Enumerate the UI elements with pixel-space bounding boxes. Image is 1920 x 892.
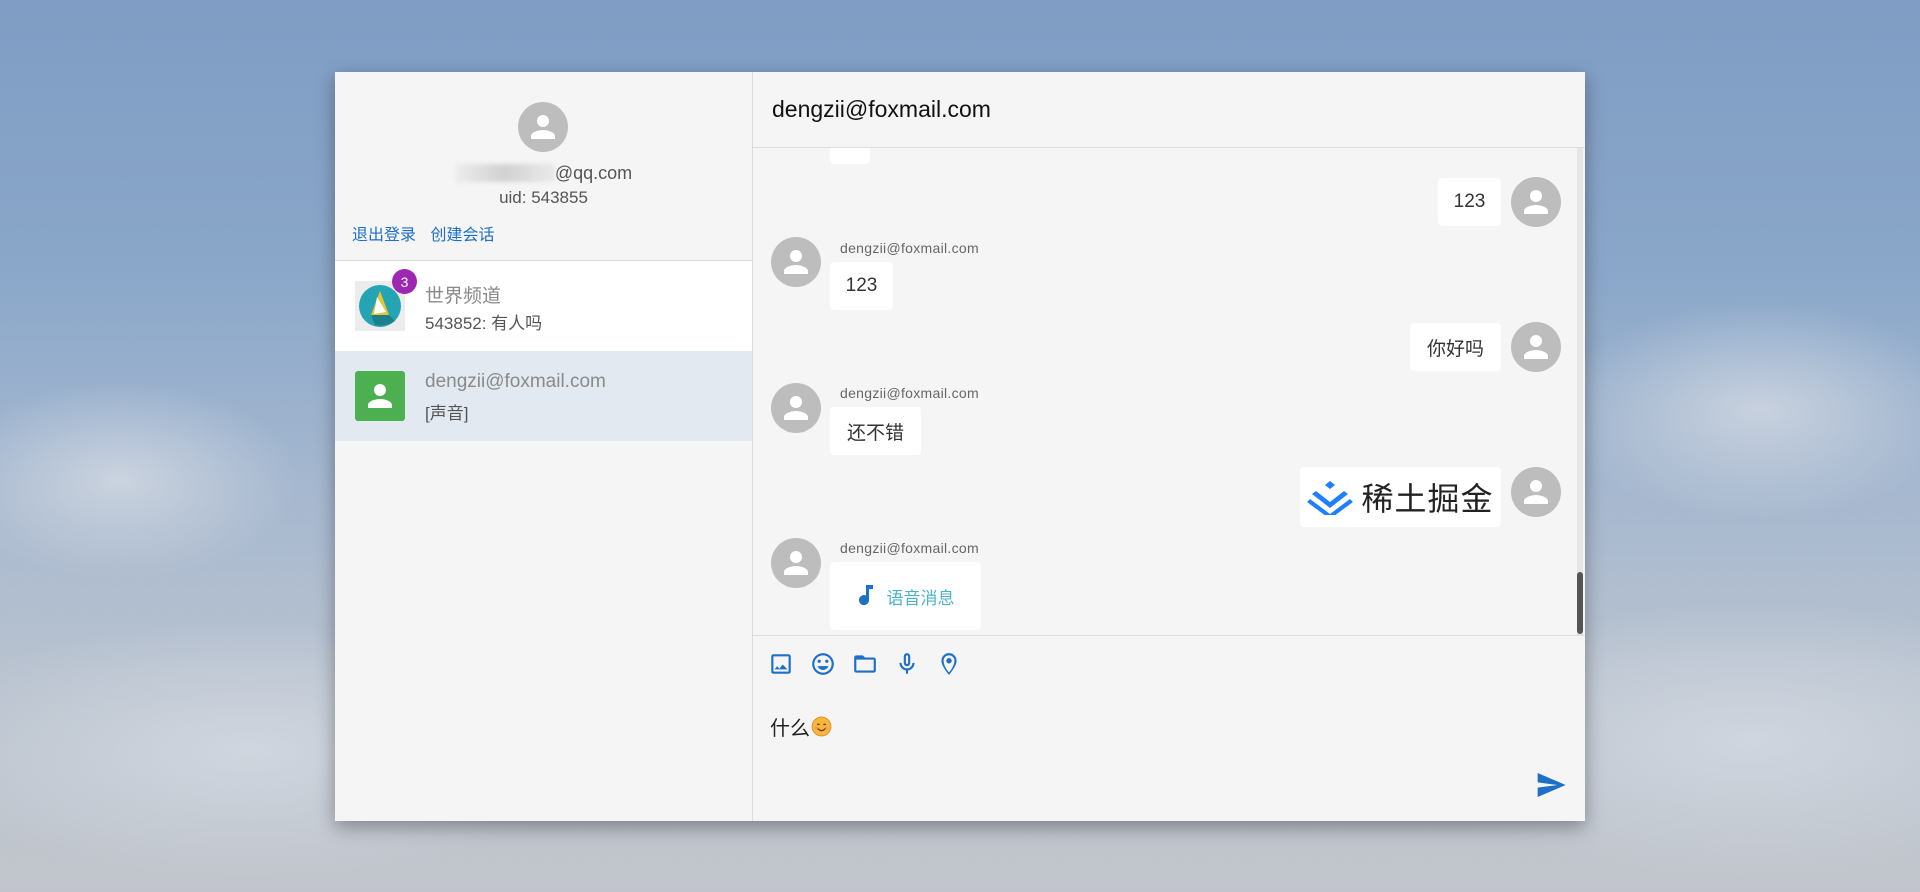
scrollbar-track[interactable] (1577, 148, 1583, 635)
redacted-email-prefix (454, 164, 555, 182)
image-button[interactable] (767, 650, 795, 678)
mic-icon (899, 653, 915, 674)
conversation-name: 世界频道 (425, 286, 502, 307)
logout-link[interactable]: 退出登录 (352, 227, 416, 244)
profile-links: 退出登录 创建会话 (352, 221, 504, 245)
message-avatar-me (1511, 177, 1561, 227)
message-input-text: 什么 (770, 718, 810, 740)
message-avatar-me (1511, 322, 1561, 372)
folder-icon (854, 655, 876, 673)
create-session-link[interactable]: 创建会话 (430, 227, 494, 244)
person-icon (784, 396, 808, 420)
unread-badge: 3 (392, 269, 417, 294)
voice-button[interactable] (893, 650, 921, 678)
voice-message-label: 语音消息 (886, 588, 955, 608)
location-button[interactable] (935, 650, 963, 678)
message-bubble-outgoing: 123 (1438, 178, 1501, 226)
profile-panel: @qq.com uid: 543855 退出登录 创建会话 (335, 72, 752, 261)
person-icon (1524, 335, 1548, 359)
chat-app-window: @qq.com uid: 543855 退出登录 创建会话 3 世界频道 543… (335, 72, 1585, 821)
person-icon (1524, 190, 1548, 214)
emoji-button[interactable] (809, 650, 837, 678)
juejin-logo-icon (1307, 481, 1354, 515)
person-icon (531, 115, 555, 139)
message-avatar-peer (771, 538, 821, 588)
contact-avatar (355, 371, 405, 421)
emoji-icon (812, 653, 834, 675)
chat-panel: dengzii@foxmail.com 123 dengzii@foxmail.… (753, 72, 1585, 821)
profile-avatar[interactable] (518, 102, 568, 152)
message-image-outgoing[interactable]: 稀土掘金 (1300, 467, 1501, 527)
sidebar: @qq.com uid: 543855 退出登录 创建会话 3 世界频道 543… (335, 72, 753, 821)
message-avatar-peer (771, 383, 821, 433)
message-list[interactable]: 123 dengzii@foxmail.com 123 你好吗 dengzii@… (753, 148, 1585, 636)
chat-title: dengzii@foxmail.com (753, 72, 1585, 148)
smiley-emoji-icon (811, 716, 832, 737)
message-sender: dengzii@foxmail.com (840, 385, 979, 401)
message-bubble-outgoing: 你好吗 (1410, 323, 1501, 371)
send-button[interactable] (1535, 769, 1567, 801)
message-avatar-me (1511, 467, 1561, 517)
music-note-icon (858, 585, 873, 606)
profile-uid: uid: 543855 (499, 188, 588, 207)
conversation-item-dengzii[interactable]: dengzii@foxmail.com [声音] (335, 351, 752, 441)
message-sender: dengzii@foxmail.com (840, 240, 979, 256)
message-input[interactable]: 什么 (770, 712, 832, 741)
conversation-preview: 543852: 有人吗 (425, 314, 543, 333)
person-icon (784, 250, 808, 274)
composer-toolbar (753, 636, 1585, 692)
message-avatar-peer (771, 237, 821, 287)
scrollbar-thumb[interactable] (1577, 572, 1583, 634)
send-icon (1537, 773, 1566, 797)
conversation-item-world-channel[interactable]: 3 世界频道 543852: 有人吗 (335, 261, 752, 351)
location-icon (941, 653, 957, 675)
file-button[interactable] (851, 650, 879, 678)
juejin-logo-text: 稀土掘金 (1361, 481, 1494, 517)
message-sender: dengzii@foxmail.com (840, 540, 979, 556)
image-icon (771, 654, 791, 674)
message-composer[interactable]: 什么 (753, 692, 1585, 821)
profile-email: @qq.com (335, 163, 752, 184)
person-icon (1524, 480, 1548, 504)
conversation-preview: [声音] (425, 404, 469, 423)
message-bubble-incoming: 还不错 (830, 407, 921, 455)
conversation-name: dengzii@foxmail.com (425, 371, 606, 392)
message-bubble-incoming: 123 (830, 262, 893, 310)
person-icon (784, 551, 808, 575)
message-bubble-clipped (830, 148, 870, 164)
voice-message-bubble[interactable]: 语音消息 (830, 562, 981, 630)
profile-email-suffix: @qq.com (554, 163, 633, 183)
person-icon (368, 384, 392, 408)
